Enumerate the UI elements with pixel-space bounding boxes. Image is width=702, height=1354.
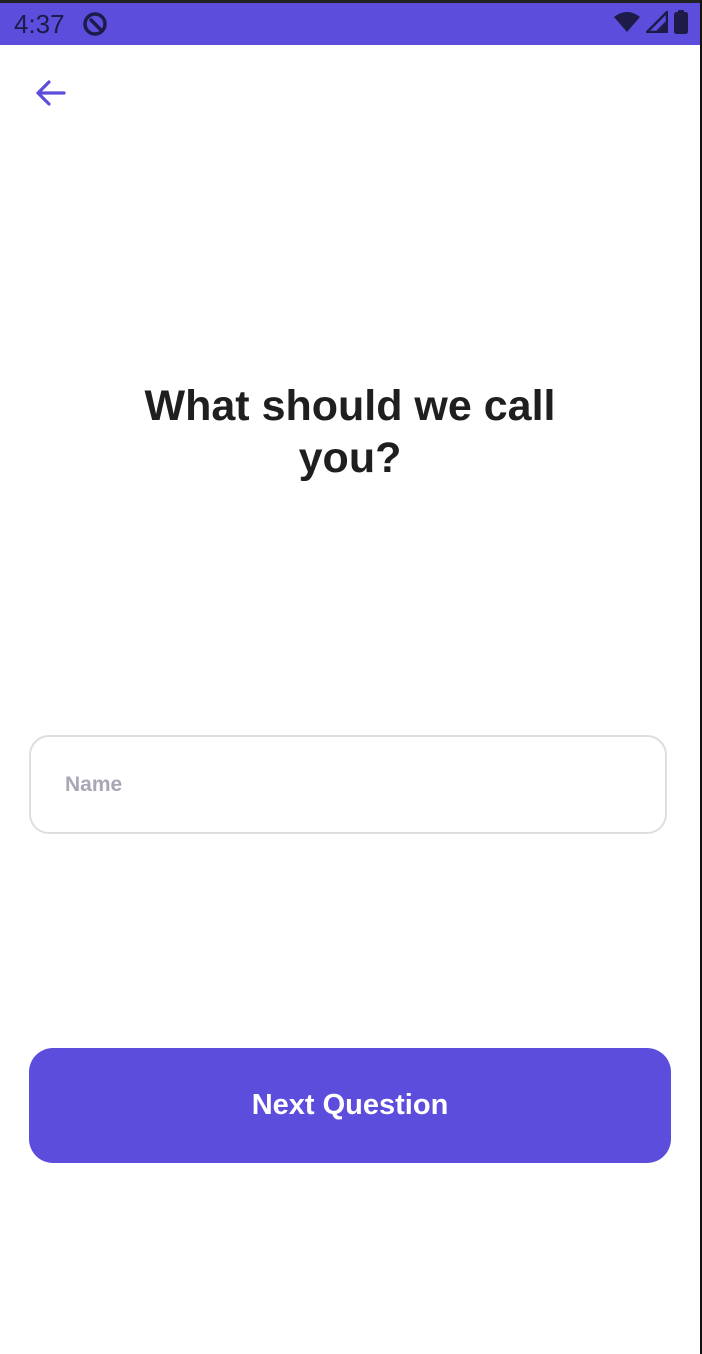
wifi-icon — [614, 11, 640, 38]
arrow-left-icon — [34, 79, 66, 112]
name-input[interactable] — [65, 737, 645, 832]
battery-icon — [674, 9, 688, 39]
next-question-button[interactable]: Next Question — [29, 1048, 671, 1163]
app-notification-icon — [82, 11, 108, 37]
status-icons — [614, 9, 688, 39]
status-time: 4:37 — [14, 9, 65, 39]
name-field[interactable] — [29, 735, 667, 834]
cellular-signal-icon — [645, 10, 669, 38]
status-bar: 4:37 — [0, 3, 700, 45]
onboarding-screen: 4:37 What should we call you? Name Next … — [0, 0, 702, 1354]
question-title: What should we call you? — [144, 382, 556, 482]
back-button[interactable] — [22, 70, 78, 120]
